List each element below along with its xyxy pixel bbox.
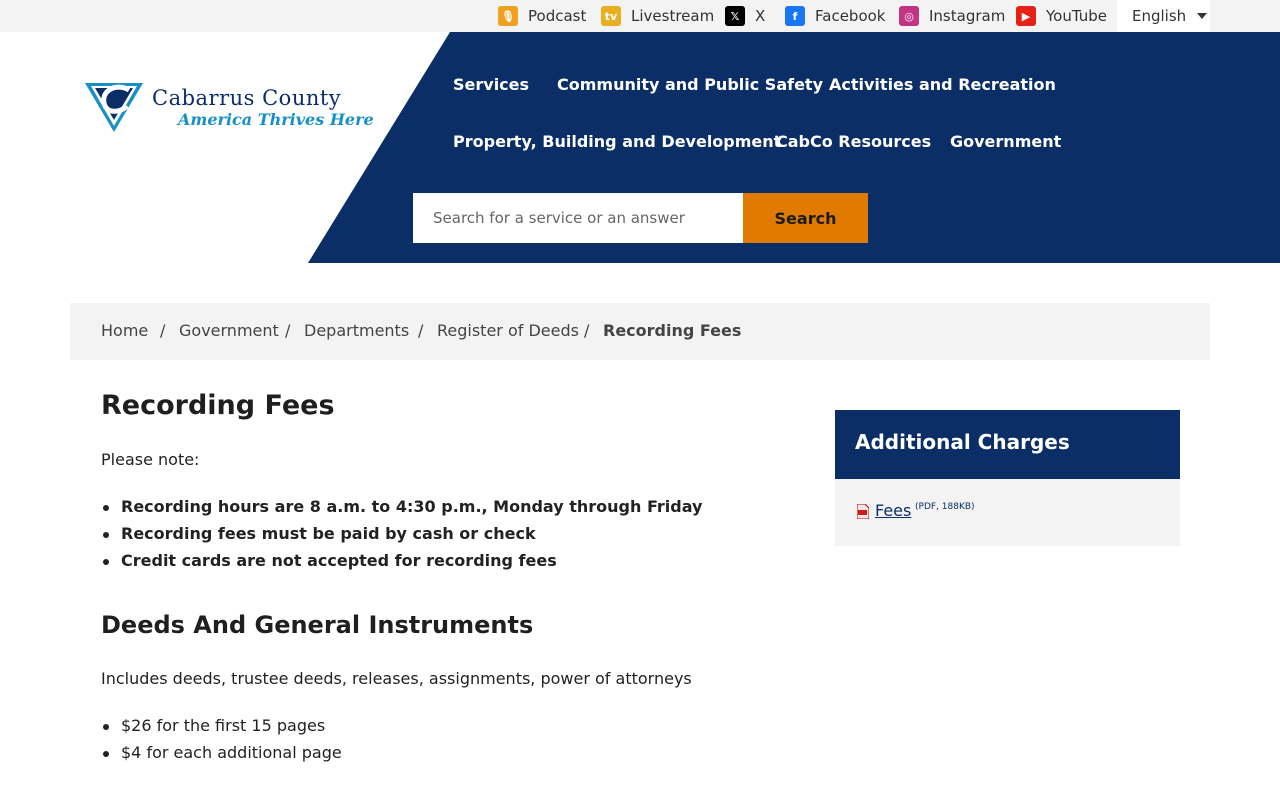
- livestream-link[interactable]: tv Livestream: [601, 0, 714, 32]
- livestream-label: Livestream: [631, 7, 715, 25]
- podcast-icon: 🎙: [498, 6, 518, 26]
- page-title: Recording Fees: [101, 390, 335, 421]
- logo-tagline: America Thrives Here: [178, 110, 374, 129]
- breadcrumb-current: Recording Fees: [603, 321, 742, 340]
- breadcrumb-government[interactable]: Government: [179, 321, 279, 340]
- x-link[interactable]: 𝕏 X: [725, 0, 765, 32]
- podcast-label: Podcast: [528, 7, 587, 25]
- sidebar-title: Additional Charges: [855, 430, 1070, 454]
- nav-services[interactable]: Services: [453, 75, 529, 94]
- instagram-icon: ◎: [899, 6, 919, 26]
- breadcrumb-separator: /: [285, 321, 291, 340]
- breadcrumb-departments[interactable]: Departments: [304, 321, 409, 340]
- fees-list: $26 for the first 15 pages $4 for each a…: [101, 712, 342, 766]
- file-size-label: (PDF, 188KB): [915, 502, 975, 512]
- instagram-label: Instagram: [929, 7, 1006, 25]
- language-select[interactable]: English: [1117, 0, 1210, 32]
- facebook-icon: f: [785, 6, 805, 26]
- x-label: X: [755, 7, 766, 25]
- logo-title: Cabarrus County: [152, 86, 342, 110]
- podcast-link[interactable]: 🎙 Podcast: [498, 0, 586, 32]
- nav-government[interactable]: Government: [950, 132, 1061, 151]
- nav-activities-recreation[interactable]: Activities and Recreation: [829, 75, 1056, 94]
- list-item: Recording hours are 8 a.m. to 4:30 p.m.,…: [101, 493, 702, 520]
- breadcrumb-separator: /: [584, 321, 590, 340]
- section-title: Deeds And General Instruments: [101, 611, 534, 639]
- notes-list: Recording hours are 8 a.m. to 4:30 p.m.,…: [101, 493, 702, 574]
- nav-community-public-safety[interactable]: Community and Public Safety: [557, 75, 823, 94]
- logo-mark-icon: [85, 83, 143, 132]
- language-label: English: [1132, 7, 1187, 25]
- nav-cabco-resources[interactable]: CabCo Resources: [776, 132, 931, 151]
- youtube-icon: ▶: [1016, 6, 1036, 26]
- list-item: Credit cards are not accepted for record…: [101, 547, 702, 574]
- search-button[interactable]: Search: [743, 193, 868, 243]
- x-icon: 𝕏: [725, 6, 745, 26]
- chevron-down-icon: [1197, 13, 1208, 19]
- list-item: $26 for the first 15 pages: [101, 712, 342, 739]
- section-description: Includes deeds, trustee deeds, releases,…: [101, 669, 692, 688]
- facebook-link[interactable]: f Facebook: [785, 0, 885, 32]
- livestream-icon: tv: [601, 6, 621, 26]
- list-item: Recording fees must be paid by cash or c…: [101, 520, 702, 547]
- breadcrumb-home[interactable]: Home: [101, 321, 148, 340]
- note-intro: Please note:: [101, 450, 200, 469]
- nav-property-building-development[interactable]: Property, Building and Development: [453, 132, 781, 151]
- fees-pdf-link[interactable]: Fees: [875, 501, 911, 520]
- breadcrumb-separator: /: [160, 321, 166, 340]
- breadcrumb-separator: /: [418, 321, 424, 340]
- pdf-icon: [857, 504, 869, 519]
- youtube-link[interactable]: ▶ YouTube: [1016, 0, 1107, 32]
- facebook-label: Facebook: [815, 7, 886, 25]
- youtube-label: YouTube: [1046, 7, 1107, 25]
- breadcrumb-register-of-deeds[interactable]: Register of Deeds: [437, 321, 579, 340]
- instagram-link[interactable]: ◎ Instagram: [899, 0, 1005, 32]
- search-input[interactable]: [413, 193, 743, 243]
- list-item: $4 for each additional page: [101, 739, 342, 766]
- utility-bar: 🎙 Podcast tv Livestream 𝕏 X f Facebook ◎…: [0, 0, 1280, 32]
